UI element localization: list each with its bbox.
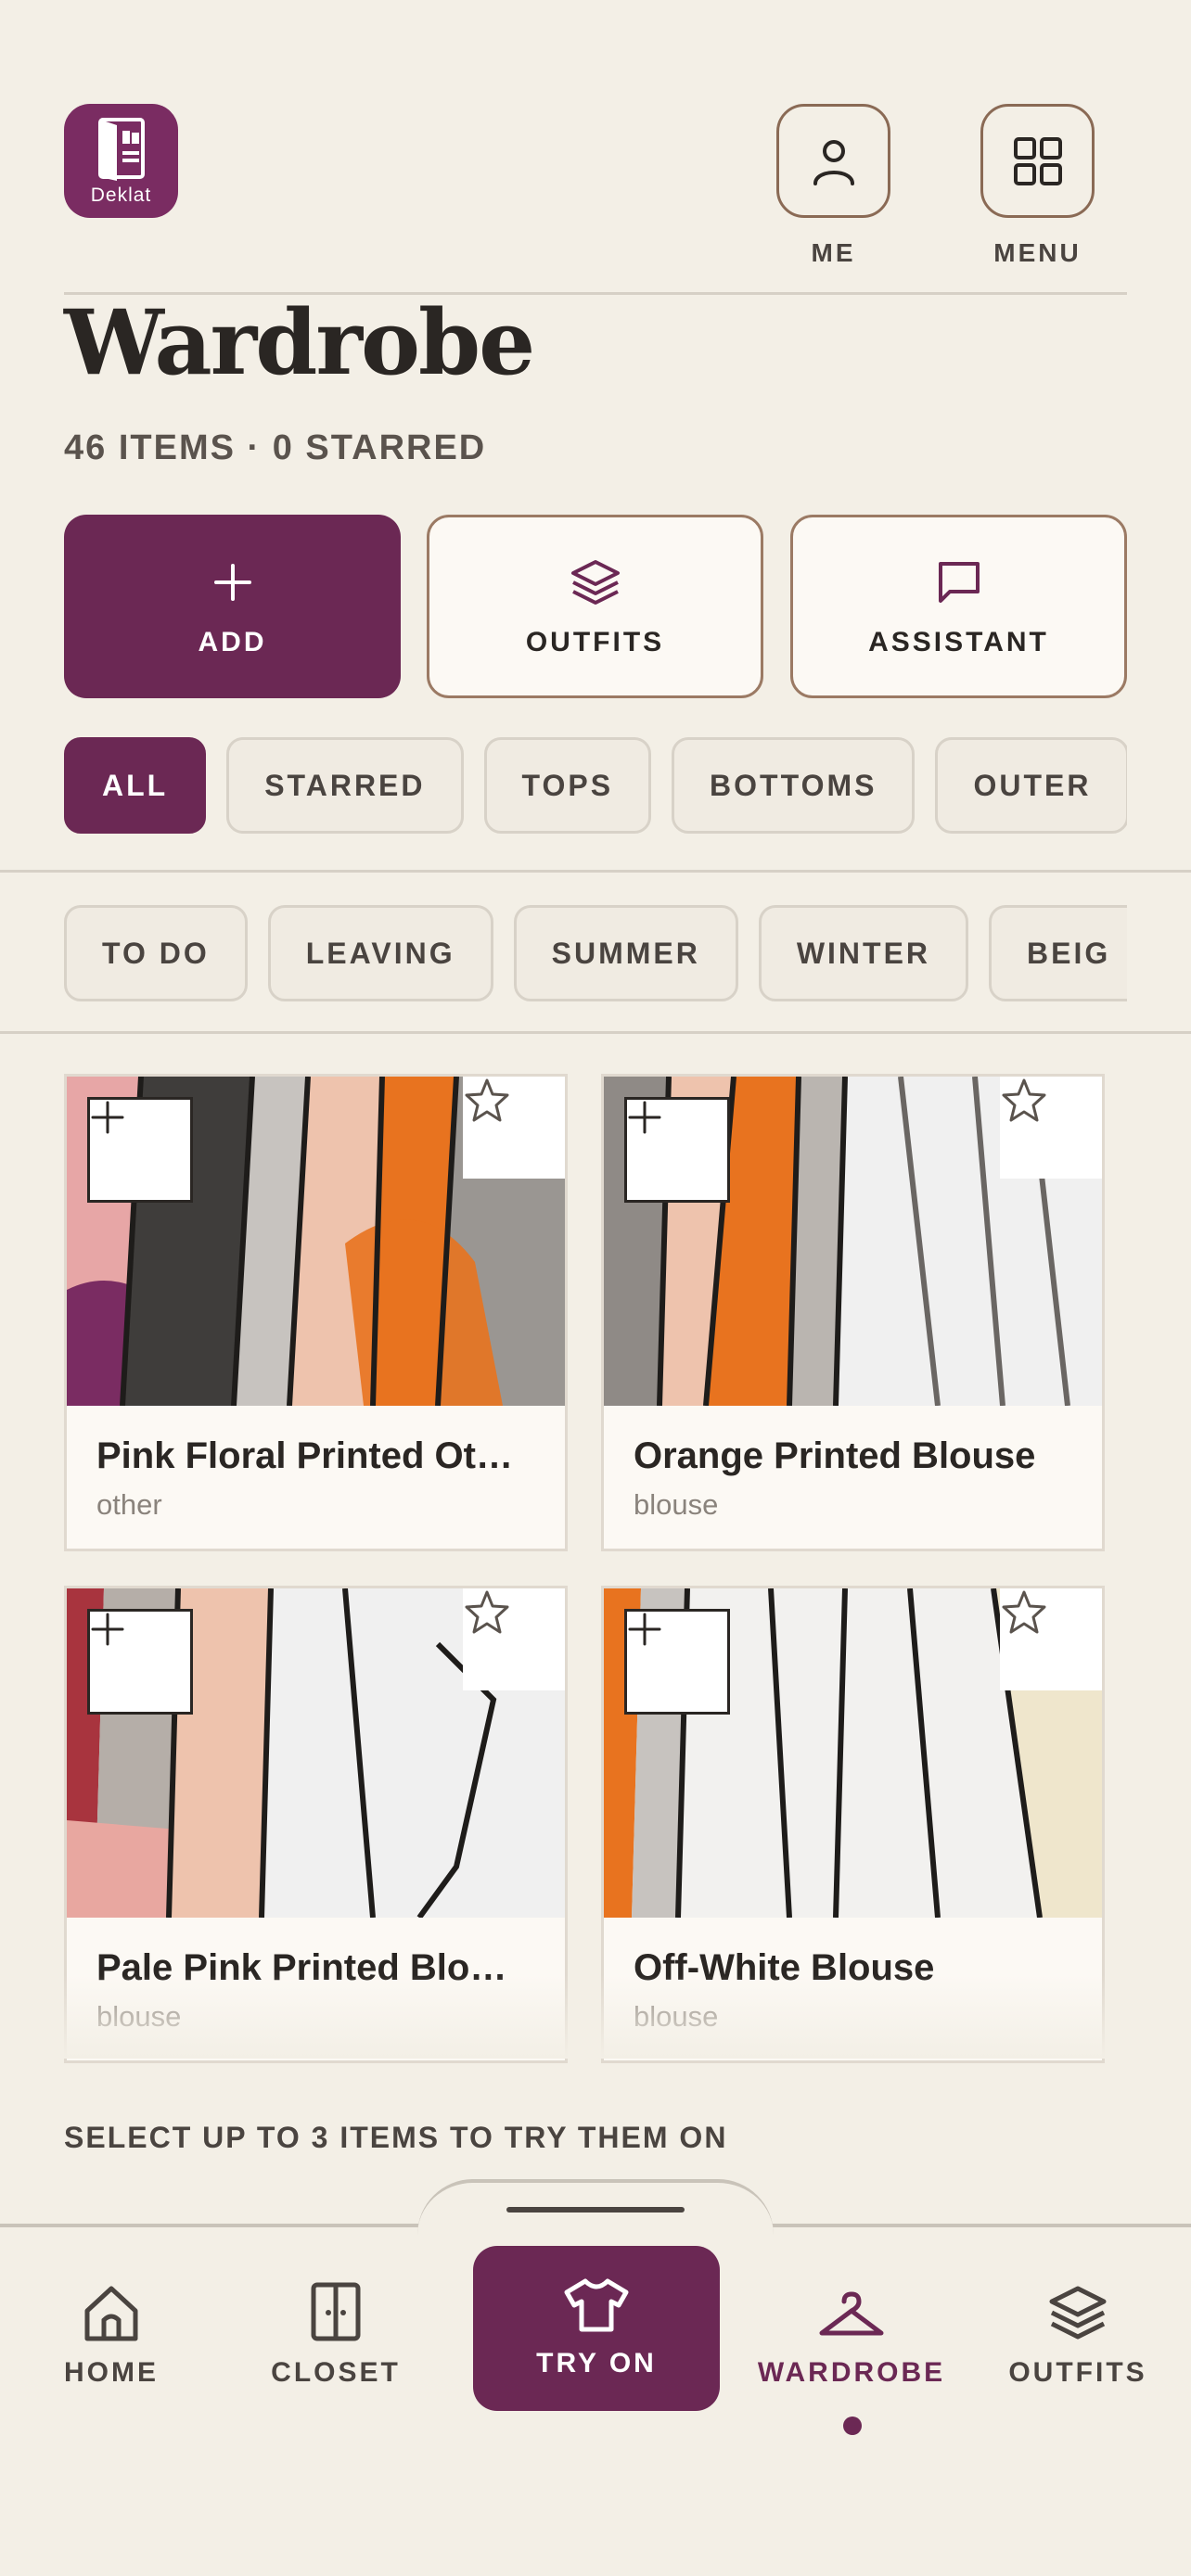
tag-leaving[interactable]: LEAVING (267, 905, 493, 1001)
outfits-button[interactable]: OUTFITS (427, 515, 763, 698)
plus-icon (91, 1101, 124, 1134)
plus-icon (628, 1613, 661, 1646)
assistant-label: ASSISTANT (868, 627, 1049, 657)
item-name: Pink Floral Printed Ot… (96, 1435, 513, 1476)
active-indicator (843, 2417, 862, 2435)
tag-summer[interactable]: SUMMER (513, 905, 738, 1001)
assistant-button[interactable]: ASSISTANT (790, 515, 1127, 698)
plus-icon (91, 1613, 124, 1646)
filter-bottoms[interactable]: BOTTOMS (672, 737, 916, 834)
scroll-fade (0, 1975, 1191, 2059)
tag-to-do[interactable]: TO DO (64, 905, 248, 1001)
star-icon (465, 1590, 509, 1634)
item-category: other (96, 1488, 162, 1521)
outfits-label: OUTFITS (525, 627, 665, 657)
item-card[interactable]: Pink Floral Printed Ot… other (64, 1074, 568, 1551)
page-title: Wardrobe (64, 290, 535, 395)
hanger-icon (819, 2291, 884, 2336)
tag-chips: TO DO LEAVING SUMMER WINTER BEIG (64, 905, 1127, 1001)
nav-wardrobe-label: WARDROBE (757, 2357, 946, 2388)
tag-beige[interactable]: BEIG (989, 905, 1127, 1001)
try-on-hint: SELECT UP TO 3 ITEMS TO TRY THEM ON (64, 2121, 728, 2154)
item-name: Orange Printed Blouse (634, 1435, 1036, 1476)
tshirt-icon (564, 2278, 629, 2332)
star-button[interactable] (463, 1588, 565, 1690)
nav-closet-label: CLOSET (271, 2357, 401, 2388)
star-icon (465, 1078, 509, 1122)
star-button[interactable] (1000, 1588, 1102, 1690)
try-on-label: TRY ON (536, 2348, 657, 2378)
nav-outfits[interactable]: OUTFITS (976, 2268, 1180, 2389)
select-item-button[interactable] (87, 1097, 193, 1203)
add-label: ADD (198, 627, 267, 657)
closet-icon (311, 2282, 361, 2341)
user-icon (813, 139, 854, 185)
try-on-button[interactable]: TRY ON (473, 2246, 720, 2411)
star-button[interactable] (463, 1077, 565, 1179)
plus-icon (213, 564, 251, 601)
me-button[interactable]: ME (776, 104, 890, 268)
select-item-button[interactable] (624, 1097, 730, 1203)
star-icon (1002, 1590, 1046, 1634)
wardrobe-door-icon (97, 117, 145, 181)
item-image (67, 1588, 565, 1918)
filter-chips: ALL STARRED TOPS BOTTOMS OUTER (64, 737, 1127, 834)
chat-bubble-icon (938, 562, 980, 603)
item-category: blouse (634, 1488, 719, 1521)
item-image (604, 1588, 1102, 1918)
add-button[interactable]: ADD (64, 515, 401, 698)
filter-divider (0, 870, 1191, 873)
nav-home[interactable]: HOME (9, 2268, 213, 2389)
star-button[interactable] (1000, 1077, 1102, 1179)
filter-tops[interactable]: TOPS (483, 737, 652, 834)
filter-all[interactable]: ALL (64, 737, 207, 834)
drag-handle[interactable] (506, 2207, 685, 2213)
item-card[interactable]: Orange Printed Blouse blouse (601, 1074, 1105, 1551)
nav-outfits-label: OUTFITS (1008, 2357, 1147, 2388)
item-image (604, 1077, 1102, 1406)
select-item-button[interactable] (624, 1609, 730, 1715)
menu-button[interactable]: MENU (980, 104, 1095, 268)
tag-winter[interactable]: WINTER (758, 905, 969, 1001)
filter-starred[interactable]: STARRED (226, 737, 464, 834)
app-logo: Deklat (64, 104, 178, 218)
select-item-button[interactable] (87, 1609, 193, 1715)
star-icon (1002, 1078, 1046, 1122)
me-label: ME (811, 238, 856, 267)
item-count: 46 ITEMS · 0 STARRED (64, 428, 487, 467)
grid-icon (1013, 136, 1062, 185)
layers-icon (570, 560, 620, 605)
filter-outer[interactable]: OUTER (935, 737, 1127, 834)
nav-home-label: HOME (64, 2357, 159, 2388)
nav-closet[interactable]: CLOSET (234, 2268, 438, 2389)
nav-wardrobe[interactable]: WARDROBE (749, 2268, 954, 2389)
plus-icon (628, 1101, 661, 1134)
home-icon (84, 2286, 138, 2341)
logo-text: Deklat (90, 184, 152, 206)
tag-divider (0, 1031, 1191, 1034)
layers-icon (1049, 2286, 1107, 2340)
item-image (67, 1077, 565, 1406)
menu-label: MENU (993, 238, 1082, 267)
